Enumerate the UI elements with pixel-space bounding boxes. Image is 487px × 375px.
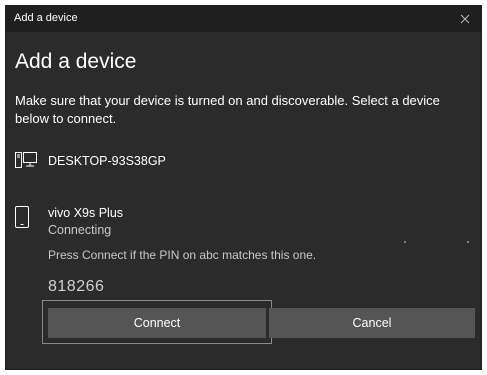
device-item-desktop[interactable]: DESKTOP-93S38GP xyxy=(6,148,481,178)
pin-instructions: Press Connect if the PIN on abc matches … xyxy=(48,248,317,262)
device-name: DESKTOP-93S38GP xyxy=(48,154,166,168)
connect-button[interactable]: Connect xyxy=(48,308,266,338)
phone-icon xyxy=(15,206,29,228)
instructions-text: Make sure that your device is turned on … xyxy=(15,93,440,126)
pin-code: 818266 xyxy=(48,278,105,295)
title-bar: Add a device xyxy=(6,6,481,32)
page-title: Add a device xyxy=(15,50,137,73)
desktop-computer-icon xyxy=(15,152,37,168)
device-name: vivo X9s Plus xyxy=(48,206,124,220)
progress-dot xyxy=(404,241,406,243)
close-icon[interactable] xyxy=(455,9,475,29)
window-title: Add a device xyxy=(14,12,78,24)
progress-dot xyxy=(467,241,469,243)
connection-status: Connecting xyxy=(48,223,112,237)
cancel-button[interactable]: Cancel xyxy=(269,308,475,338)
add-device-dialog: Add a device Add a device Make sure that… xyxy=(5,5,482,370)
